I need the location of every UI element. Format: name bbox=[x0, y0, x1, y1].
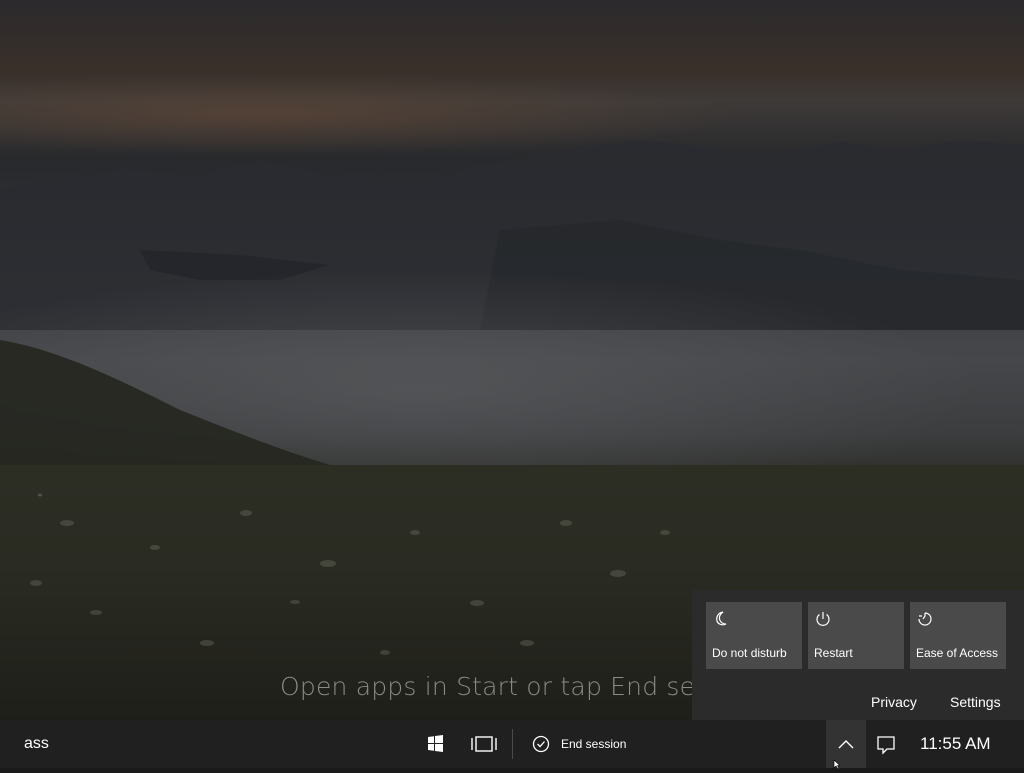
tile-label: Restart bbox=[814, 646, 853, 660]
desktop-hint-text: Open apps in Start or tap End ses bbox=[280, 672, 709, 701]
power-icon bbox=[816, 612, 830, 626]
restart-tile[interactable]: Restart bbox=[808, 602, 904, 669]
task-view-icon bbox=[471, 736, 497, 752]
quick-actions-panel: Do not disturb Restart Ease of Access Pr… bbox=[692, 590, 1024, 720]
show-hidden-icons-button[interactable] bbox=[826, 720, 866, 768]
taskbar-divider bbox=[512, 729, 513, 759]
notification-icon bbox=[877, 736, 895, 755]
privacy-link[interactable]: Privacy bbox=[871, 694, 917, 710]
task-view-button[interactable] bbox=[461, 720, 507, 768]
tile-label: Do not disturb bbox=[712, 646, 787, 660]
ease-of-access-tile[interactable]: Ease of Access bbox=[910, 602, 1006, 669]
moon-icon bbox=[716, 611, 727, 626]
chevron-up-icon bbox=[838, 740, 854, 749]
taskbar: ass End session 11:55 AM bbox=[0, 720, 1024, 768]
settings-link[interactable]: Settings bbox=[950, 694, 1001, 710]
do-not-disturb-tile[interactable]: Do not disturb bbox=[706, 602, 802, 669]
ease-of-access-icon bbox=[918, 612, 932, 626]
search-input-text[interactable]: ass bbox=[24, 735, 49, 753]
tile-label: Ease of Access bbox=[916, 646, 999, 660]
clock[interactable]: 11:55 AM bbox=[920, 734, 991, 754]
start-button[interactable] bbox=[412, 720, 458, 768]
end-session-label: End session bbox=[561, 737, 627, 751]
end-session-button[interactable]: End session bbox=[524, 720, 644, 768]
mouse-cursor-icon bbox=[833, 760, 841, 770]
check-circle-icon bbox=[532, 735, 550, 753]
notifications-button[interactable] bbox=[866, 720, 906, 768]
windows-start-icon bbox=[428, 735, 443, 752]
